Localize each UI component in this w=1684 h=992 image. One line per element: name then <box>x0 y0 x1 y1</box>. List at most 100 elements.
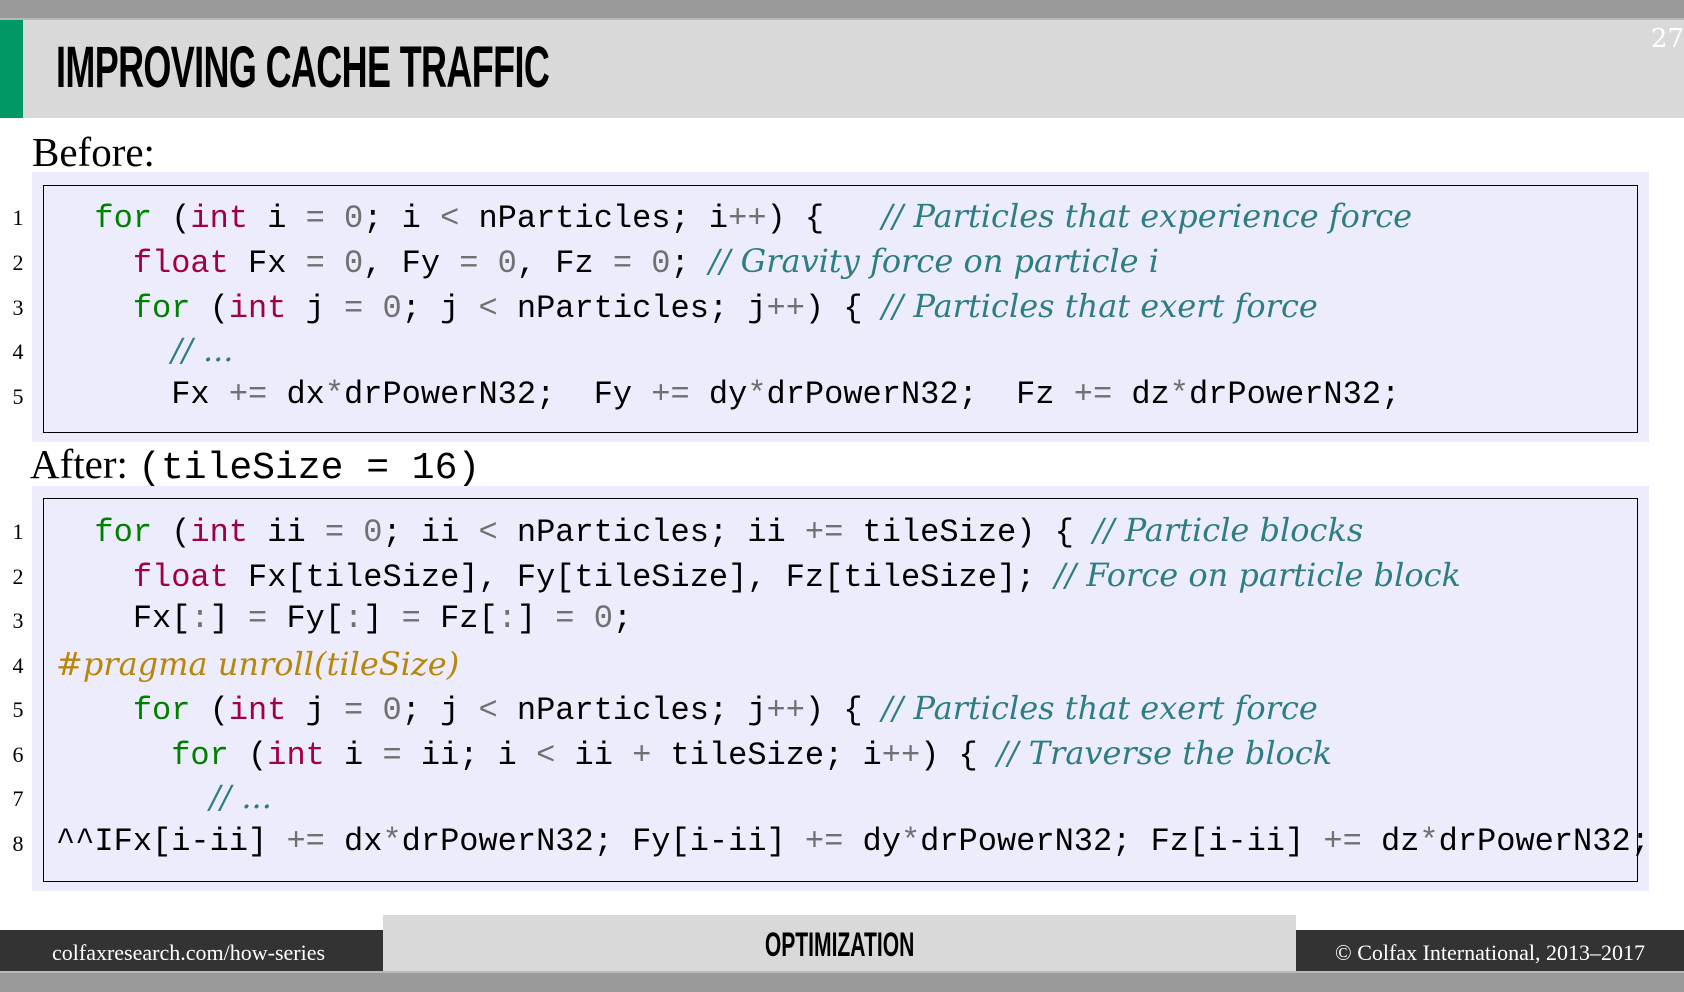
code-pragma: #pragma unroll(tileSize) <box>56 645 460 683</box>
line-number: 8 <box>12 831 24 856</box>
code-token-op: ++ <box>881 737 921 774</box>
code-token-num: 0 <box>593 600 613 637</box>
code-token-num: 0 <box>651 245 671 282</box>
line-number: 1 <box>12 519 24 544</box>
code-line: float Fx = 0, Fy = 0, Fz = 0; // Gravity… <box>56 241 1159 282</box>
line-number: 2 <box>12 250 24 275</box>
footer-url: colfaxresearch.com/how-series <box>52 940 326 965</box>
code-text: Fx <box>228 245 306 282</box>
code-text: ii <box>555 737 633 774</box>
code-token-op: * <box>1419 823 1439 860</box>
code-comment: // Particles that experience force <box>881 197 1413 235</box>
code-text: ( <box>152 514 191 551</box>
code-text: tileSize; i <box>651 737 882 774</box>
code-token-op: = <box>305 245 325 282</box>
code-text: ; j <box>401 290 479 327</box>
code-text: dy <box>689 376 748 413</box>
code-text: dz <box>1112 376 1170 413</box>
code-token-op: * <box>382 823 402 860</box>
code-token-num: 0 <box>497 245 517 282</box>
code-token-op: = <box>248 600 268 637</box>
footer-copyright: © Colfax International, 2013–2017 <box>1335 940 1645 965</box>
code-token-kw-green: for <box>132 290 191 327</box>
code-token-kw-green: for <box>132 692 191 729</box>
code-text: drPowerN32; Fy <box>344 376 652 413</box>
code-comment: // Gravity force on particle i <box>708 242 1159 280</box>
code-text: nParticles; i <box>459 200 729 237</box>
code-text: drPowerN32; Fz[i-ii] <box>920 823 1324 860</box>
code-token-op: += <box>1323 823 1362 860</box>
top-bar <box>0 0 1684 20</box>
code-line: Fx += dx*drPowerN32; Fy += dy*drPowerN32… <box>56 375 1400 415</box>
code-text: ] <box>209 600 249 637</box>
code-token-op: : <box>344 600 364 637</box>
code-text: Fx <box>56 376 229 413</box>
code-token-kw-green: for <box>94 514 153 551</box>
code-text: ii; i <box>401 737 537 774</box>
code-comment: // ... <box>209 778 272 816</box>
code-text: ; i <box>363 200 441 237</box>
code-token-op: = <box>344 290 364 327</box>
line-number: 5 <box>12 697 24 722</box>
code-line: // ... <box>56 777 272 817</box>
code-line: float Fx[tileSize], Fy[tileSize], Fz[til… <box>56 555 1461 596</box>
code-text: drPowerN32; <box>1188 376 1401 413</box>
code-text: ) { <box>804 692 882 729</box>
code-token-kw-red: int <box>190 514 249 551</box>
code-text: j <box>286 290 345 327</box>
code-token-op: < <box>478 692 498 729</box>
code-token-op: += <box>804 514 844 551</box>
code-text: tileSize) { <box>843 514 1093 551</box>
code-text: ) { <box>804 290 882 327</box>
code-token-op: = <box>305 200 325 237</box>
after-label-text: After: <box>30 441 128 487</box>
code-text: ( <box>152 200 191 237</box>
code-text: nParticles; j <box>497 290 767 327</box>
code-text: ( <box>190 290 229 327</box>
code-token-kw-red: float <box>132 559 229 596</box>
code-line: for (int ii = 0; ii < nParticles; ii += … <box>56 510 1363 551</box>
code-line: for (int i = ii; i < ii + tileSize; i++)… <box>56 733 1333 774</box>
code-text: , Fy <box>363 245 460 282</box>
code-text: ii <box>248 514 325 551</box>
code-comment: // Force on particle block <box>1054 556 1461 594</box>
code-line: // ... <box>56 330 233 370</box>
code-text: dz <box>1361 823 1420 860</box>
code-token-op: += <box>1073 376 1113 413</box>
code-comment: // ... <box>171 331 234 369</box>
code-text: nParticles; ii <box>497 514 805 551</box>
line-number: 4 <box>12 653 24 678</box>
code-token-op: * <box>1169 376 1189 413</box>
code-token-kw-red: int <box>228 290 287 327</box>
code-token-num: 0 <box>344 200 364 237</box>
code-text: drPowerN32; Fy[i-ii] <box>401 823 805 860</box>
code-comment: // Traverse the block <box>996 734 1333 772</box>
code-text: ; j <box>401 692 479 729</box>
code-text: j <box>286 692 345 729</box>
code-token-op: < <box>478 514 498 551</box>
code-token-op: * <box>324 376 345 413</box>
code-token-op: = <box>401 600 421 637</box>
code-comment: // Particles that exert force <box>881 287 1318 325</box>
accent-strip <box>0 20 23 118</box>
after-label: After: (tileSize = 16) <box>30 440 480 490</box>
code-token-op: ++ <box>766 290 805 327</box>
code-line: Fx[:] = Fy[:] = Fz[:] = 0; <box>56 599 632 639</box>
page-number: 27 <box>1650 24 1684 54</box>
code-text: Fy[ <box>267 600 345 637</box>
line-number: 5 <box>12 384 24 409</box>
code-text: dx <box>267 376 325 413</box>
code-comment: // Particles that exert force <box>881 689 1318 727</box>
code-token-op: : <box>497 600 517 637</box>
code-token-op: * <box>900 823 921 860</box>
